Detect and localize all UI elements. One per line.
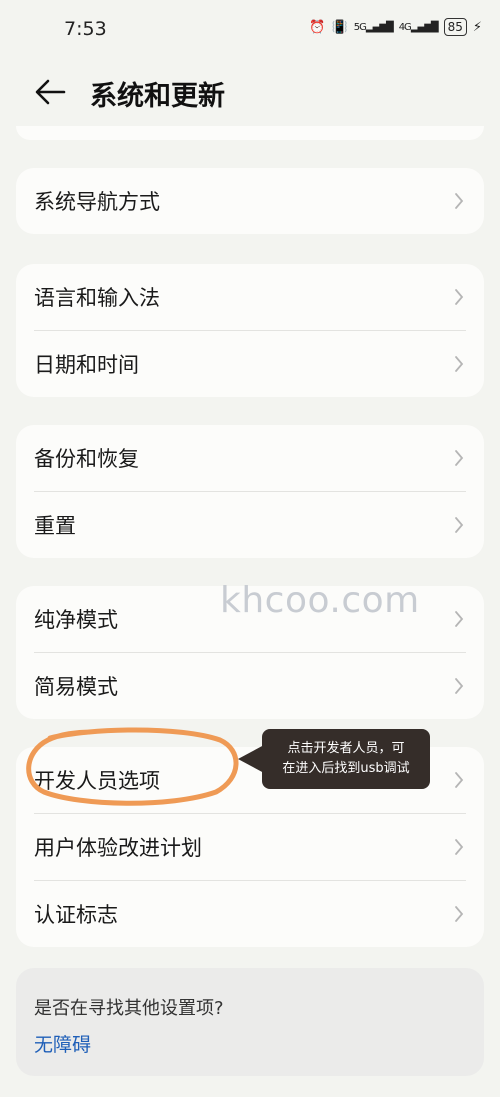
chevron-right-icon <box>455 772 464 788</box>
settings-item-label: 用户体验改进计划 <box>34 836 202 860</box>
tip-line-1: 点击开发者人员，可 <box>287 741 405 756</box>
chevron-right-icon <box>455 450 464 466</box>
settings-item-language-input[interactable]: 语言和输入法 <box>16 264 484 330</box>
other-settings-card: 是否在寻找其他设置项? 无障碍 <box>16 968 484 1076</box>
settings-item-date-time[interactable]: 日期和时间 <box>16 331 484 397</box>
settings-item-system-navigation[interactable]: 系统导航方式 <box>16 168 484 234</box>
header: 系统和更新 <box>0 62 500 122</box>
page-title: 系统和更新 <box>90 81 225 112</box>
vibrate-icon: 📳 <box>331 19 348 35</box>
status-icons: ⏰ 📳 5G▂▄▆█ 4G▂▄▆█ 85 ⚡ <box>309 18 482 36</box>
scrolled-card-edge <box>16 126 484 140</box>
tooltip-pointer <box>238 745 264 773</box>
settings-item-simple-mode[interactable]: 简易模式 <box>16 653 484 719</box>
status-bar: 7:53 ⏰ 📳 5G▂▄▆█ 4G▂▄▆█ 85 ⚡ <box>0 0 500 60</box>
signal-5g-icon: 5G▂▄▆█ <box>353 21 394 33</box>
settings-item-label: 简易模式 <box>34 675 118 699</box>
settings-item-user-experience[interactable]: 用户体验改进计划 <box>16 814 484 880</box>
tip-callout: 点击开发者人员，可 在进入后找到usb调试 <box>262 729 430 789</box>
settings-group-navigation: 系统导航方式 <box>16 168 484 234</box>
accessibility-link[interactable]: 无障碍 <box>34 1030 91 1057</box>
settings-item-label: 系统导航方式 <box>34 190 160 214</box>
chevron-right-icon <box>455 839 464 855</box>
settings-item-label: 备份和恢复 <box>34 447 139 471</box>
settings-item-certification[interactable]: 认证标志 <box>16 881 484 947</box>
chevron-right-icon <box>455 356 464 372</box>
chevron-right-icon <box>455 906 464 922</box>
settings-item-label: 开发人员选项 <box>34 769 160 793</box>
charging-icon: ⚡ <box>472 19 482 35</box>
settings-item-label: 重置 <box>34 514 76 538</box>
network-5g-label: 5G <box>353 21 367 33</box>
battery-icon: 85 <box>443 18 467 36</box>
network-4g-label: 4G <box>398 21 412 33</box>
chevron-right-icon <box>455 289 464 305</box>
chevron-right-icon <box>455 678 464 694</box>
watermark: khcoo.com <box>220 580 420 621</box>
settings-item-backup-restore[interactable]: 备份和恢复 <box>16 425 484 491</box>
chevron-right-icon <box>455 193 464 209</box>
chevron-right-icon <box>455 517 464 533</box>
back-button[interactable] <box>30 72 70 112</box>
alarm-icon: ⏰ <box>309 19 326 35</box>
back-arrow-icon <box>35 79 66 105</box>
status-time: 7:53 <box>64 18 107 40</box>
settings-group-backup-reset: 备份和恢复 重置 <box>16 425 484 558</box>
settings-item-label: 纯净模式 <box>34 608 118 632</box>
signal-4g-icon: 4G▂▄▆█ <box>398 21 439 33</box>
settings-item-label: 认证标志 <box>34 903 118 927</box>
battery-level: 85 <box>447 20 463 34</box>
tip-line-2: 在进入后找到usb调试 <box>282 761 410 776</box>
other-settings-question: 是否在寻找其他设置项? <box>34 998 224 1019</box>
chevron-right-icon <box>455 611 464 627</box>
settings-item-reset[interactable]: 重置 <box>16 492 484 558</box>
settings-item-label: 日期和时间 <box>34 353 139 377</box>
settings-group-language-time: 语言和输入法 日期和时间 <box>16 264 484 397</box>
settings-item-label: 语言和输入法 <box>34 286 160 310</box>
